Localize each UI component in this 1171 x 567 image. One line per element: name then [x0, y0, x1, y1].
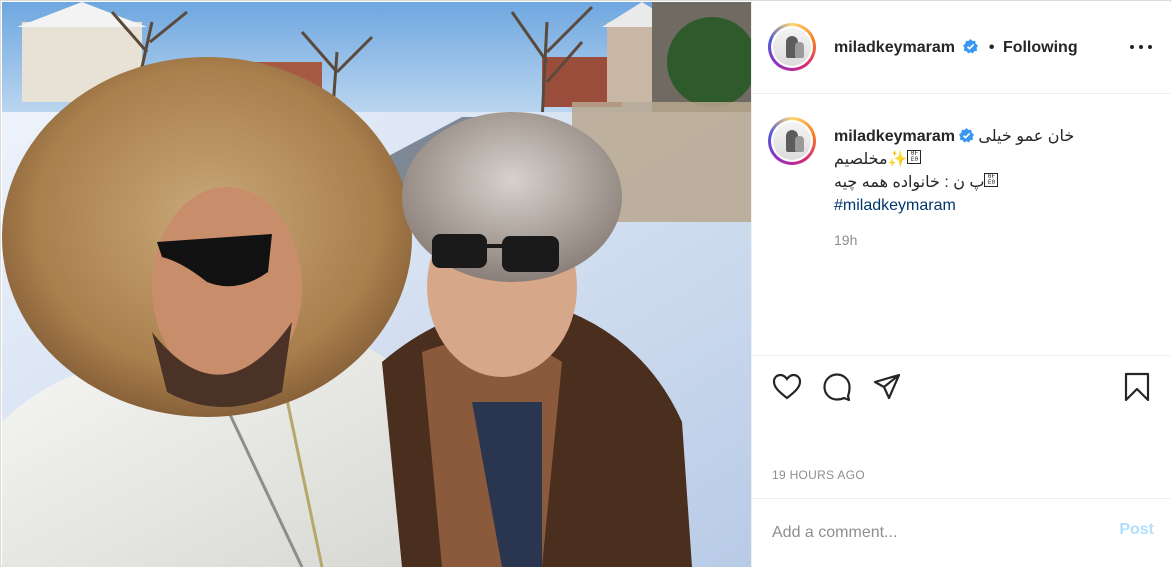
avatar-image	[771, 26, 813, 68]
avatar-image	[771, 120, 813, 162]
author-username[interactable]: miladkeymaram	[834, 39, 955, 56]
comment-bar: Post	[752, 498, 1171, 567]
header-separator: •	[988, 39, 995, 56]
author-avatar[interactable]	[768, 23, 816, 71]
bookmark-icon[interactable]	[1122, 372, 1152, 402]
verified-badge-icon	[963, 39, 979, 54]
caption-username[interactable]: miladkeymaram	[834, 128, 955, 145]
post-modal: miladkeymaram • Following miladkeymaram …	[0, 0, 1171, 567]
caption-author-avatar[interactable]	[768, 117, 816, 165]
share-icon[interactable]	[872, 372, 902, 402]
caption-line-3: پ ن : خانواده همه چیه 0F E0	[834, 171, 1134, 194]
caption-persian-3: پ ن : خانواده همه چیه	[834, 174, 985, 191]
post-details-pane: miladkeymaram • Following miladkeymaram …	[751, 2, 1171, 567]
missing-glyph-icon: 0F E0	[907, 150, 922, 164]
header-user-row: miladkeymaram • Following	[834, 39, 1078, 57]
post-actions: 19 HOURS AGO	[752, 355, 1171, 482]
post-comment-button[interactable]: Post	[1119, 521, 1154, 539]
comment-input[interactable]	[772, 521, 1092, 545]
post-caption: miladkeymaram خان عمو خیلی مخلصیم✨ 0F E0 پ…	[752, 95, 1171, 355]
verified-badge-icon	[958, 128, 974, 143]
more-options-icon[interactable]	[1130, 37, 1152, 57]
missing-glyph-icon: 0F E0	[984, 173, 999, 187]
post-photo-image	[2, 2, 751, 567]
caption-line-1: miladkeymaram خان عمو خیلی	[834, 125, 1134, 148]
caption-hashtag[interactable]: #miladkeymaram	[834, 194, 1134, 217]
caption-timestamp: 19h	[834, 232, 858, 248]
post-photo[interactable]	[2, 2, 751, 567]
following-button[interactable]: Following	[1003, 39, 1078, 56]
caption-persian-1: خان عمو خیلی	[978, 128, 1075, 145]
heart-icon[interactable]	[772, 372, 802, 402]
caption-text: miladkeymaram خان عمو خیلی مخلصیم✨ 0F E0 پ…	[834, 125, 1134, 217]
comment-icon[interactable]	[822, 372, 852, 402]
caption-line-2: مخلصیم✨ 0F E0	[834, 148, 1134, 171]
posted-ago: 19 HOURS AGO	[772, 468, 865, 482]
post-header: miladkeymaram • Following	[752, 2, 1171, 94]
caption-persian-2: مخلصیم	[834, 151, 888, 168]
sparkle-emoji-icon: ✨	[887, 151, 908, 168]
